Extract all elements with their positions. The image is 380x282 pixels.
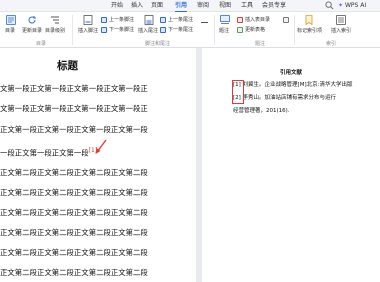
toc-level-icon [51, 16, 59, 24]
tab-page[interactable]: 页面 [151, 1, 163, 10]
group-label-footnote: 脚注和尾注 [145, 41, 171, 47]
divider [294, 15, 295, 45]
paragraph-line: 正文第二段正文第二段正文第二段正文第二段 [0, 248, 148, 257]
next-endnote-label: 下一条尾注 [168, 27, 194, 33]
search-icon[interactable] [325, 1, 334, 10]
separator-line-icon [201, 22, 208, 23]
divider [72, 15, 73, 45]
mark-index-icon [305, 15, 313, 25]
tab-start[interactable]: 开始 [111, 1, 123, 10]
document-title: 标题 [57, 60, 78, 72]
endnote-icon [144, 15, 154, 25]
prev-endnote-label: 上一条尾注 [168, 17, 194, 23]
tab-review[interactable]: 审阅 [197, 1, 209, 10]
update-toc-label: 更新目录 [22, 28, 43, 34]
footnote-icon [83, 15, 93, 25]
next-endnote-icon [160, 27, 166, 33]
paragraph-line: 正文第二段正文第二段正文第二段正文第二段 [0, 208, 148, 217]
reference-item-1: [1] 刘冀生。企业战略管理[M]北京:清华大学出版 [233, 81, 352, 89]
next-footnote-icon [101, 27, 107, 33]
toc-level-label: 目录级别 [45, 28, 66, 34]
table-of-contents-icon [6, 15, 16, 25]
reference-item-2: [2] 李秀山。加油站店铺有需求分布与运行 [233, 94, 336, 102]
reference-text: 刘冀生。企业战略管理[M]北京:清华大学出版 [242, 82, 353, 88]
paragraph-line: 文第一段正文第一段正文第一段正文第一段正 [0, 104, 148, 113]
caption-icon [220, 15, 230, 24]
wps-ai-button[interactable]: ✦ WPS AI [338, 1, 366, 10]
insert-table-of-figures-label: 插入表目录 [245, 17, 271, 23]
refresh-icon [28, 16, 36, 24]
paragraph-line: 正文第二段正文第二段正文第二段正文第二段 [0, 168, 148, 177]
group-label-index: 索引 [326, 41, 337, 47]
insert-index-label: 插入索引 [331, 28, 352, 34]
more-indicator: … [2, 266, 8, 273]
caption-label: 题注 [219, 28, 230, 34]
update-table-label: 更新表格 [245, 27, 266, 33]
references-title: 引用文献 [279, 70, 302, 76]
prev-endnote-icon [160, 17, 166, 23]
wps-ai-label: WPS AI [344, 2, 367, 9]
divider [214, 15, 215, 45]
update-table-icon [237, 27, 243, 33]
paragraph-line-with-citation: 一段正文第一段正文第一段[1] [0, 146, 97, 157]
tab-tools[interactable]: 工具 [241, 1, 253, 10]
next-footnote-label: 下一条脚注 [109, 27, 135, 33]
menu-tab-bar: 开始 插入 页面 引用 审阅 视图 工具 会员专享 ✦ WPS AI [0, 0, 380, 12]
ribbon-toolbar: 目录 更新目录 目录级别 目录 插入脚注 上一条脚注 下一条脚注 插入尾注 上一… [0, 12, 380, 48]
paragraph-line: 正文第二段正文第二段正文第二段正文第二段 [0, 188, 148, 197]
group-label-toc: 目录 [36, 41, 47, 47]
insert-endnote-label: 插入尾注 [138, 28, 159, 34]
prev-footnote-label: 上一条脚注 [109, 17, 135, 23]
paragraph-text: 一段正文第一段正文第一段 [0, 148, 89, 158]
tab-insert[interactable]: 插入 [131, 1, 143, 10]
reference-number-highlight-box [232, 80, 244, 104]
paragraph-line: 文第一段正文第一段正文第一段正文第一段正 [0, 84, 148, 93]
document-page-references[interactable]: 引用文献 [1] 刘冀生。企业战略管理[M]北京:清华大学出版 [2] 李秀山。… [202, 48, 380, 282]
paragraph-line: 正文第二段正文第二段正文第二段正文第二段 [0, 268, 148, 277]
reference-item-2-continuation: 经营管理著，201(16). [233, 108, 290, 114]
mark-index-entry-label: 标记索引项 [297, 28, 323, 34]
group-label-caption: 题注 [255, 41, 266, 47]
tab-references[interactable]: 引用 [175, 1, 188, 12]
tab-member[interactable]: 会员专享 [262, 1, 286, 10]
toc-label: 目录 [5, 28, 16, 34]
sparkle-icon: ✦ [338, 2, 344, 9]
cross-reference-icon [283, 17, 289, 23]
tab-view[interactable]: 视图 [219, 1, 231, 10]
paragraph-line: 正文第一段正文第一段正文第一段正文第一段 [0, 125, 148, 134]
document-area: 标题 文第一段正文第一段正文第一段正文第一段正 文第一段正文第一段正文第一段正文… [0, 48, 380, 282]
paragraph-line: 正文第二段正文第二段正文第二段正文第二段 [0, 228, 148, 237]
document-page-main[interactable]: 标题 文第一段正文第一段正文第一段正文第一段正 文第一段正文第一段正文第一段正文… [0, 48, 196, 282]
prev-footnote-icon [101, 17, 107, 23]
insert-footnote-label: 插入脚注 [78, 28, 99, 34]
reference-text: 李秀山。加油站店铺有需求分布与运行 [242, 95, 337, 101]
table-of-figures-icon [237, 17, 243, 23]
insert-index-icon [336, 15, 346, 25]
red-arrow-annotation [95, 139, 107, 154]
